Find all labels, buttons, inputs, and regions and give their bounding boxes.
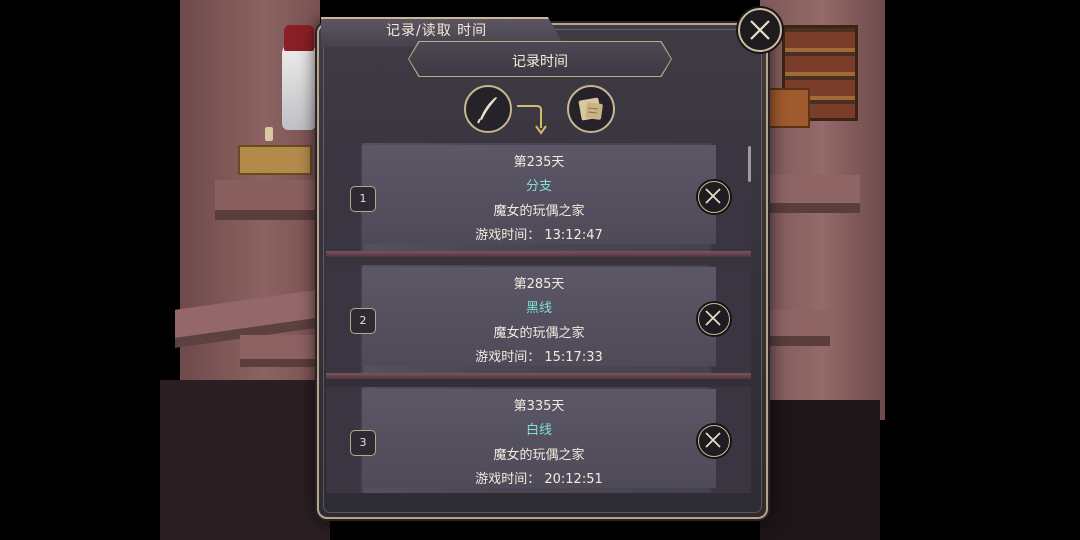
slot-location: 魔女的玩偶之家 <box>493 448 585 463</box>
subtitle-text: 记录时间 <box>512 54 568 70</box>
delete-x-icon <box>705 432 721 448</box>
right-floor <box>760 400 880 540</box>
slot-day: 第285天 <box>513 277 565 292</box>
close-x-icon <box>750 20 770 40</box>
close-button[interactable] <box>738 8 782 52</box>
desk <box>238 145 312 175</box>
save-mode-button[interactable] <box>464 85 512 133</box>
dialog-title: 记录/读取 时间 <box>386 23 488 39</box>
right-ledge-lower <box>770 310 830 336</box>
left-ledge <box>215 180 315 210</box>
slot-day: 第335天 <box>513 399 565 414</box>
left-floor <box>160 380 330 540</box>
delete-slot-button[interactable] <box>698 181 730 213</box>
slot-playtime: 游戏时间： 15:17:33 <box>475 350 603 365</box>
slot-playtime: 游戏时间： 20:12:51 <box>475 472 603 487</box>
doll-character <box>282 40 316 130</box>
right-ledge <box>770 175 860 203</box>
slot-location: 魔女的玩偶之家 <box>493 326 585 341</box>
delete-slot-button[interactable] <box>698 303 730 335</box>
slot-playtime: 游戏时间： 13:12:47 <box>475 228 603 243</box>
delete-x-icon <box>705 310 721 326</box>
boxes <box>766 88 810 128</box>
delete-x-icon <box>705 188 721 204</box>
quill-icon <box>477 97 497 124</box>
slot-route: 分支 <box>525 179 552 194</box>
left-step <box>240 335 320 359</box>
save-slot[interactable]: 2 第285天 黑线 魔女的玩偶之家 游戏时间： 15:17:33 <box>326 265 751 379</box>
slot-location: 魔女的玩偶之家 <box>493 204 585 219</box>
scroll-icon <box>578 97 603 121</box>
delete-slot-button[interactable] <box>698 425 730 457</box>
slot-day: 第235天 <box>513 155 565 170</box>
doll-character-hat <box>284 25 314 51</box>
list-scrollbar[interactable] <box>748 146 751 182</box>
slot-route: 白线 <box>525 423 552 438</box>
arrow-down-curve-icon <box>517 105 547 135</box>
save-slot[interactable]: 1 第235天 分支 魔女的玩偶之家 游戏时间： 13:12:47 <box>326 143 751 257</box>
slot-route: 黑线 <box>525 301 552 316</box>
candle <box>265 127 273 141</box>
save-slot-list[interactable]: 1 第235天 分支 魔女的玩偶之家 游戏时间： 13:12:47 2 第285… <box>326 143 751 493</box>
save-slot[interactable]: 3 第335天 白线 魔女的玩偶之家 游戏时间： 20:12:51 <box>326 387 751 493</box>
load-mode-button[interactable] <box>567 85 615 133</box>
